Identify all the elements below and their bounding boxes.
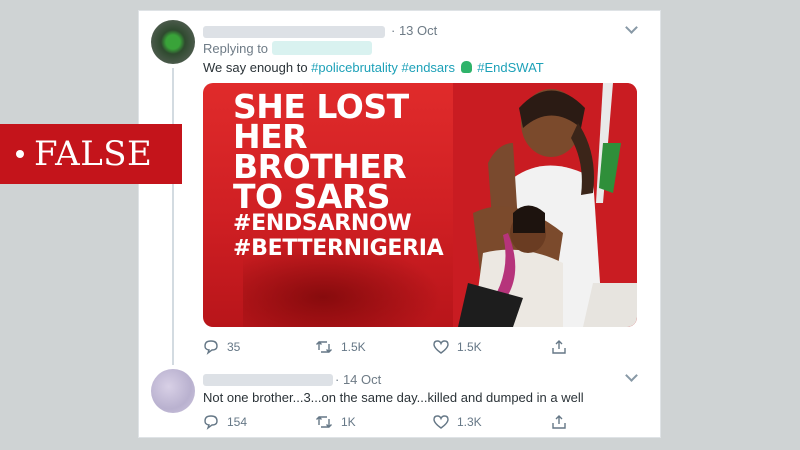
share-icon xyxy=(552,415,566,429)
image-hashtags: #ENDSARNOW #BETTERNIGERIA xyxy=(233,211,444,261)
reply-button[interactable]: 35 xyxy=(203,339,315,355)
share-icon xyxy=(552,340,566,354)
share-button[interactable] xyxy=(551,414,575,430)
replying-to-label: Replying to xyxy=(203,41,269,56)
like-button[interactable]: 1.3K xyxy=(433,414,551,430)
image-headline: SHE LOST HER BROTHER TO SARS xyxy=(233,90,409,216)
image-headline-line: TO SARS xyxy=(233,177,391,216)
like-button[interactable]: 1.5K xyxy=(433,339,551,355)
tweet-image[interactable]: SHE LOST HER BROTHER TO SARS #ENDSARNOW … xyxy=(203,83,637,327)
tweet-text: We say enough to #policebrutality #endsa… xyxy=(203,60,544,75)
retweet-icon xyxy=(316,341,332,353)
image-hashtag: #BETTERNIGERIA xyxy=(233,236,444,261)
reply-button[interactable]: 154 xyxy=(203,414,315,430)
hashtag-policebrutality[interactable]: #policebrutality xyxy=(311,60,398,75)
like-count: 1.5K xyxy=(457,340,482,354)
retweet-button[interactable]: 1.5K xyxy=(315,339,433,355)
heart-icon xyxy=(433,415,449,429)
retweet-count: 1K xyxy=(341,415,356,429)
tweet-date[interactable]: · 13 Oct xyxy=(391,23,437,38)
chevron-down-icon[interactable] xyxy=(625,369,638,382)
tweet-actions: 154 1K 1.3K xyxy=(203,414,575,430)
image-hashtag: #ENDSARNOW xyxy=(233,211,412,236)
fact-check-false-banner: FALSE xyxy=(0,124,182,184)
raised-hands-emoji-icon xyxy=(460,61,472,73)
crying-woman-photo xyxy=(453,83,637,327)
retweet-count: 1.5K xyxy=(341,340,366,354)
tweet-text-prefix: We say enough to xyxy=(203,60,312,75)
share-button[interactable] xyxy=(551,339,575,355)
tweet-date[interactable]: · 14 Oct xyxy=(335,372,381,387)
fact-check-verdict: FALSE xyxy=(34,134,153,174)
tweet-thread-card: · 13 Oct Replying to We say enough to #p… xyxy=(138,10,661,438)
thread-connector-line xyxy=(172,68,174,365)
like-count: 1.3K xyxy=(457,415,482,429)
heart-icon xyxy=(433,340,449,354)
blurred-display-name xyxy=(203,26,385,38)
blurred-reply-handle[interactable] xyxy=(272,41,372,55)
hashtag-endswat[interactable]: #EndSWAT xyxy=(477,60,543,75)
reply-icon xyxy=(204,340,218,355)
blurred-display-name xyxy=(203,374,333,386)
hashtag-endsars[interactable]: #endsars xyxy=(402,60,455,75)
tweet-text: Not one brother...3...on the same day...… xyxy=(203,390,584,405)
avatar[interactable] xyxy=(151,369,195,413)
tweet-actions: 35 1.5K 1.5K xyxy=(203,339,575,355)
avatar[interactable] xyxy=(151,20,195,64)
chevron-down-icon[interactable] xyxy=(625,21,638,34)
reply-count: 35 xyxy=(227,340,241,354)
reply-icon xyxy=(204,415,218,430)
retweet-icon xyxy=(316,416,332,428)
reply-count: 154 xyxy=(227,415,248,429)
bullet-dot-icon xyxy=(16,150,24,158)
retweet-button[interactable]: 1K xyxy=(315,414,433,430)
